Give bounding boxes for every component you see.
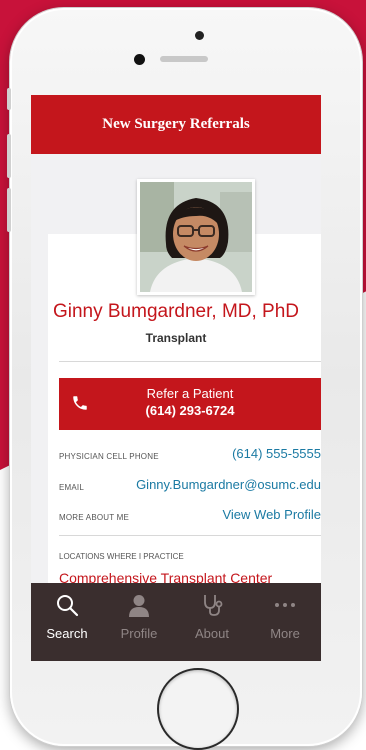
nav-bar: New Surgery Referrals [31, 95, 321, 154]
tab-about[interactable]: About [176, 583, 248, 661]
divider [59, 535, 321, 536]
tab-more[interactable]: More [249, 583, 321, 661]
tab-label: Search [46, 626, 88, 641]
app-screen: New Surgery Referrals Ginny Bumgardner, … [31, 95, 321, 661]
tab-profile[interactable]: Profile [103, 583, 175, 661]
tab-search[interactable]: Search [31, 583, 103, 661]
front-camera [134, 54, 145, 65]
nav-title: New Surgery Referrals [102, 116, 250, 132]
profile-photo [137, 179, 255, 295]
ellipsis-icon [275, 603, 295, 607]
proximity-sensor [195, 31, 204, 40]
doctor-portrait-icon [140, 182, 252, 292]
volume-down-button [7, 188, 11, 232]
mute-switch [7, 88, 11, 110]
refer-phone-number: (614) 293-6724 [145, 403, 235, 418]
web-profile-link[interactable]: View Web Profile [121, 507, 321, 522]
email-link[interactable]: Ginny.Bumgardner@osumc.edu [91, 477, 321, 492]
home-button[interactable] [157, 668, 239, 750]
more-about-label: MORE ABOUT ME [59, 513, 130, 522]
doctor-name: Ginny Bumgardner, MD, PhD [52, 301, 300, 322]
locations-label: LOCATIONS WHERE I PRACTICE [59, 552, 184, 561]
search-icon [57, 595, 79, 617]
earpiece-speaker [160, 56, 208, 62]
person-icon [129, 595, 149, 617]
divider [59, 361, 321, 362]
doctor-specialty: Transplant [145, 331, 207, 345]
refer-label: Refer a Patient [146, 386, 234, 401]
email-label: EMAIL [59, 483, 85, 492]
refer-patient-button[interactable]: Refer a Patient (614) 293-6724 [59, 378, 321, 430]
tab-label: About [195, 626, 229, 641]
tab-bar: Search Profile About More [31, 583, 321, 661]
cell-phone-link[interactable]: (614) 555-5555 [121, 446, 321, 461]
stethoscope-icon [204, 595, 223, 616]
tab-label: More [270, 626, 300, 641]
volume-up-button [7, 134, 11, 178]
tab-label: Profile [120, 626, 158, 641]
